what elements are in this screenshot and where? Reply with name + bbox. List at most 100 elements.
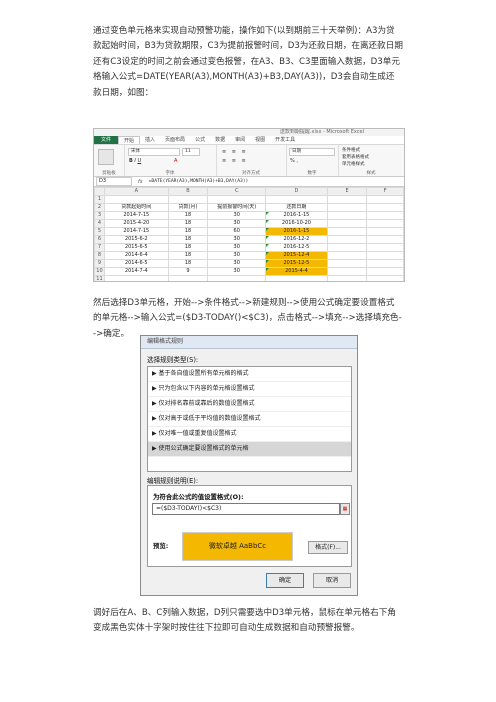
row-number[interactable]: 4 (94, 219, 105, 228)
number-format-select[interactable]: 日期 (289, 148, 335, 156)
conditional-format-button[interactable]: 条件格式 (342, 147, 360, 153)
table-header-row: 2 贷款起始时间 贷款(月) 提前报警时间(天) 还款日期 (94, 203, 404, 212)
table-cell[interactable]: 2014-7-15 (103, 227, 169, 236)
row-number[interactable]: 8 (94, 251, 105, 260)
tab-home[interactable]: 开始 (118, 136, 141, 144)
align-center-icon[interactable]: ≡ ≡ ≡ (222, 158, 248, 164)
tab-view[interactable]: 视图 (250, 136, 270, 144)
styles-group: 条件格式 套用表格格式 单元格样式 样式 (338, 145, 404, 176)
rule-type-item[interactable]: ▶ 只为包含以下内容的单元格设置格式 (148, 382, 351, 397)
rule-type-item-selected[interactable]: ▶ 使用公式确定要设置格式的单元格 (148, 442, 351, 457)
table-cell[interactable]: 18 (167, 219, 209, 228)
table-cell[interactable]: 2015-6-5 (103, 243, 169, 252)
fx-icon[interactable]: fx (138, 179, 143, 185)
table-cell[interactable]: 18 (167, 259, 209, 268)
header-cell[interactable]: 提前报警时间(天) (207, 203, 267, 212)
table-cell[interactable]: 2015-4-20 (103, 219, 169, 228)
preview-label: 预览: (153, 542, 169, 550)
table-cell[interactable]: 2015-4-4 (265, 267, 328, 276)
tab-insert[interactable]: 插入 (140, 136, 160, 144)
rule-type-item[interactable]: ▶ 仅对排名靠前或靠后的数值设置格式 (148, 397, 351, 412)
table-row: 4 2015-4-20 18 30 2016-10-20 (94, 219, 404, 228)
rule-type-item[interactable]: ▶ 基于各自值设置所有单元格的格式 (148, 367, 351, 382)
rule-type-item[interactable]: ▶ 仅对唯一值或重复值设置格式 (148, 427, 351, 442)
tab-file[interactable]: 文件 (94, 136, 119, 144)
range-picker-icon[interactable]: ▦ (340, 503, 350, 515)
ok-button[interactable]: 确定 (266, 573, 304, 588)
table-cell[interactable]: 30 (207, 259, 267, 268)
header-cell[interactable]: 贷款(月) (167, 203, 209, 212)
percent-icon[interactable]: % , (290, 158, 298, 164)
formula-input[interactable]: =($D3-TODAY()<$C3) (152, 503, 340, 515)
table-cell[interactable]: 18 (167, 211, 209, 220)
formula-input[interactable]: =DATE(YEAR(A3),MONTH(A3)+B3,DAY(A3)) (149, 179, 249, 184)
spreadsheet-grid: A B C D E F 1 2 贷款起始时间 贷款(月) 提前报警时间(天) 还… (94, 187, 404, 281)
table-cell[interactable]: 18 (167, 235, 209, 244)
table-cell[interactable]: 2016-12-5 (265, 243, 328, 252)
table-cell[interactable]: 2015-6-2 (103, 235, 169, 244)
table-format-button[interactable]: 套用表格格式 (342, 154, 369, 160)
header-cell[interactable]: 贷款起始时间 (103, 203, 169, 212)
table-cell[interactable]: 2016-1-15 (265, 211, 328, 220)
number-group-label: 数字 (307, 171, 317, 176)
row-number[interactable]: 2 (94, 203, 105, 212)
cancel-button[interactable]: 取消 (313, 573, 351, 588)
table-cell[interactable]: 18 (167, 243, 209, 252)
table-row: 8 2014-6-4 18 30 2015-12-4 (94, 251, 404, 260)
tab-developer[interactable]: 开发工具 (270, 136, 300, 144)
closing-paragraph: 调好后在A、B、C列输入数据，D列只需要选中D3单元格，鼠标在单元格右下角变成黑… (93, 608, 396, 634)
format-button[interactable]: 格式(F)... (308, 541, 348, 554)
table-cell[interactable]: 2014-7-15 (103, 211, 169, 220)
table-row: 9 2014-6-5 18 30 2015-12-5 (94, 259, 404, 268)
table-cell[interactable]: 2014-6-4 (103, 251, 169, 260)
table-cell[interactable]: 2014-6-5 (103, 259, 169, 268)
table-cell[interactable]: 30 (207, 251, 267, 260)
rule-type-item[interactable]: ▶ 仅对高于或低于平均值的数值设置格式 (148, 412, 351, 427)
table-cell[interactable]: 60 (207, 227, 267, 236)
row-number[interactable]: 1 (94, 195, 105, 204)
tab-formulas[interactable]: 公式 (190, 136, 210, 144)
table-cell[interactable]: 2015-12-5 (265, 259, 328, 268)
cell-style-button[interactable]: 单元格样式 (342, 161, 365, 167)
header-cell[interactable]: 还款日期 (265, 203, 328, 212)
column-header[interactable]: D (265, 187, 328, 196)
paste-icon[interactable] (98, 149, 114, 165)
table-row: 5 2014-7-15 18 60 2016-1-15 (94, 227, 404, 236)
table-cell[interactable]: 2015-12-4 (265, 251, 328, 260)
tab-review[interactable]: 审阅 (230, 136, 250, 144)
table-cell[interactable]: 18 (167, 251, 209, 260)
table-row: 1 (94, 195, 404, 204)
table-cell[interactable]: 30 (207, 211, 267, 220)
align-icon[interactable]: ≡ ≡ ≡ (222, 149, 248, 155)
column-header[interactable]: F (366, 187, 404, 196)
table-cell[interactable]: 9 (167, 267, 209, 276)
tab-page-layout[interactable]: 页面布局 (160, 136, 190, 144)
row-number[interactable]: 9 (94, 259, 105, 268)
table-cell[interactable]: 30 (207, 267, 267, 276)
column-header[interactable]: B (167, 187, 209, 196)
table-cell[interactable]: 30 (207, 219, 267, 228)
table-cell[interactable]: 2014-7-4 (103, 267, 169, 276)
row-number[interactable]: 10 (94, 267, 105, 276)
row-number[interactable]: 3 (94, 211, 105, 220)
row-number[interactable]: 5 (94, 227, 105, 236)
table-row: 7 2015-6-5 18 30 2016-12-5 (94, 243, 404, 252)
table-cell[interactable]: 2016-1-15 (265, 227, 328, 236)
row-number[interactable]: 7 (94, 243, 105, 252)
name-box[interactable]: D3 (96, 177, 132, 186)
table-cell[interactable]: 30 (207, 235, 267, 244)
column-header[interactable]: A (103, 187, 169, 196)
table-row: 3 2014-7-15 18 30 2016-1-15 (94, 211, 404, 220)
tab-data[interactable]: 数据 (210, 136, 230, 144)
table-cell[interactable]: 2016-12-2 (265, 235, 328, 244)
font-size-select[interactable]: 11 (182, 148, 200, 156)
row-number[interactable]: 6 (94, 235, 105, 244)
bold-icon[interactable]: B I U (129, 158, 141, 164)
font-name-select[interactable]: 宋体 (128, 148, 180, 156)
table-cell[interactable]: 2016-10-20 (265, 219, 328, 228)
table-cell[interactable]: 30 (207, 243, 267, 252)
font-color-icon[interactable]: A (174, 158, 177, 164)
column-header[interactable]: C (207, 187, 267, 196)
table-cell[interactable]: 18 (167, 227, 209, 236)
column-header[interactable]: E (326, 187, 368, 196)
